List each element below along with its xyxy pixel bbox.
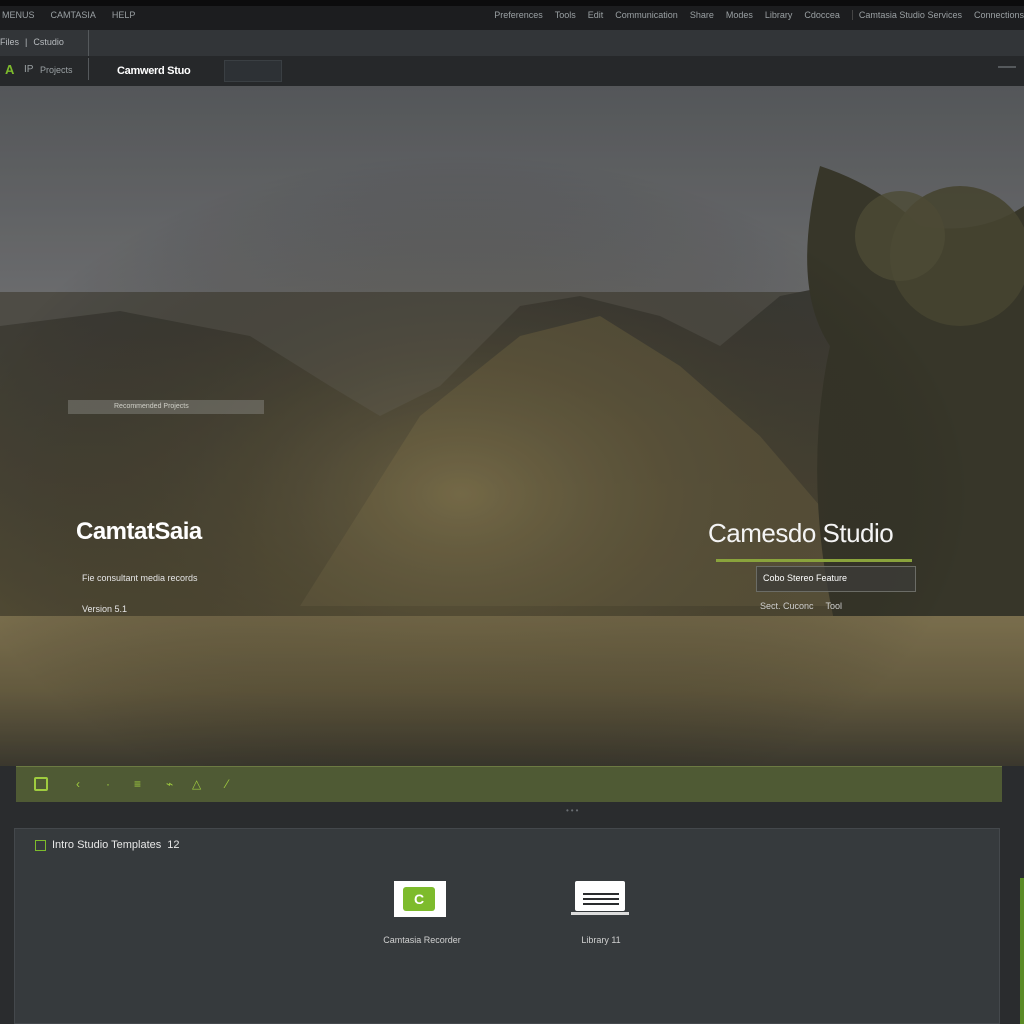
recommended-strip: Recommended Projects [68,400,264,414]
hero-links: Sect. Cuconc Tool [760,601,842,611]
landscape-image [0,86,1024,766]
menu-item-modes[interactable]: Modes [726,10,753,20]
menu-item-0[interactable]: MENUS [0,10,35,20]
tab-separator: | [25,37,28,47]
cursor-icon[interactable]: ⁄ [226,777,228,791]
hero-link-sect[interactable]: Sect. Cuconc [760,601,814,611]
tab-cstudio[interactable]: Cstudio [33,37,64,47]
menu-bar: MENUS CAMTASIA HELP Preferences Tools Ed… [0,0,1024,30]
tab-bar: Files | Cstudio [0,30,1024,57]
menu-item-edit[interactable]: Edit [588,10,604,20]
recorder-card[interactable]: C [394,881,446,917]
menu-bar-left: MENUS CAMTASIA HELP [0,10,135,20]
menu-item-2[interactable]: HELP [110,10,136,20]
hero-title-right: Camesdo Studio [708,518,894,548]
library-card-label[interactable]: Library 11 [563,935,639,945]
templates-panel: Intro Studio Templates 12 C Camtasia Rec… [14,828,1000,1024]
menu-item-cdoccea[interactable]: Cdoccea [804,10,840,20]
marker-icon[interactable]: ≡ [134,777,141,791]
menu-item-communication[interactable]: Communication [615,10,678,20]
panel-count: 12 [167,839,180,851]
folder-icon[interactable] [34,777,48,791]
divider [88,30,89,56]
scrollbar[interactable] [1020,878,1024,1024]
divider [88,58,89,80]
recorder-card-label[interactable]: Camtasia Recorder [383,935,461,945]
menu-icon[interactable] [998,66,1016,68]
hero-version: Version 5.1 [82,604,128,614]
menu-bar-right: Preferences Tools Edit Communication Sha… [494,10,1024,20]
hero-link-tool[interactable]: Tool [826,601,843,611]
hero-banner: Recommended Projects CamtatSaia Fie cons… [0,86,1024,766]
menu-item-tools[interactable]: Tools [555,10,576,20]
camtasia-logo-icon: C [403,887,435,911]
cut-icon[interactable]: ‹ [76,777,80,791]
laptop-icon [575,881,625,911]
hero-subtitle-left: Fie consultant media records [82,573,198,583]
menu-item-share[interactable]: Share [690,10,714,20]
shape-icon[interactable]: △ [192,777,201,791]
tab-list: Files | Cstudio [0,37,64,47]
split-icon[interactable]: · [106,777,110,791]
timeline-toolbar: ‹ · ≡ ⌁ △ ⁄ [16,766,1002,802]
laptop-line [583,898,619,900]
search-input[interactable] [224,60,282,82]
app-logo-icon: A [5,62,15,77]
laptop-line [583,893,619,895]
panel-title: Intro Studio Templates [52,839,162,851]
hero-title-left: CamtatSaia [76,518,202,545]
window-title: Camwerd Stuo [117,65,191,77]
panel-checkbox[interactable] [35,839,46,851]
projects-button[interactable]: Projects [40,65,73,75]
toolbar-ip-button[interactable]: IP [24,64,33,75]
annotation-icon[interactable]: ⌁ [166,777,173,791]
panel-header: Intro Studio Templates 12 [35,839,180,851]
feature-button[interactable]: Cobo Stereo Feature [756,566,916,592]
menu-item-services[interactable]: Camtasia Studio Services [851,10,962,20]
menu-item-connections[interactable]: Connections [974,10,1024,20]
accent-underline [716,559,912,562]
resize-handle[interactable]: ••• [566,806,580,815]
menu-item-1[interactable]: CAMTASIA [49,10,96,20]
toolbar: A IP Projects Camwerd Stuo [0,56,1024,86]
menu-item-preferences[interactable]: Preferences [494,10,543,20]
menu-item-library[interactable]: Library [765,10,793,20]
tab-files[interactable]: Files [0,37,19,47]
laptop-base [571,912,629,915]
library-card[interactable] [571,881,629,915]
laptop-line [583,903,619,905]
